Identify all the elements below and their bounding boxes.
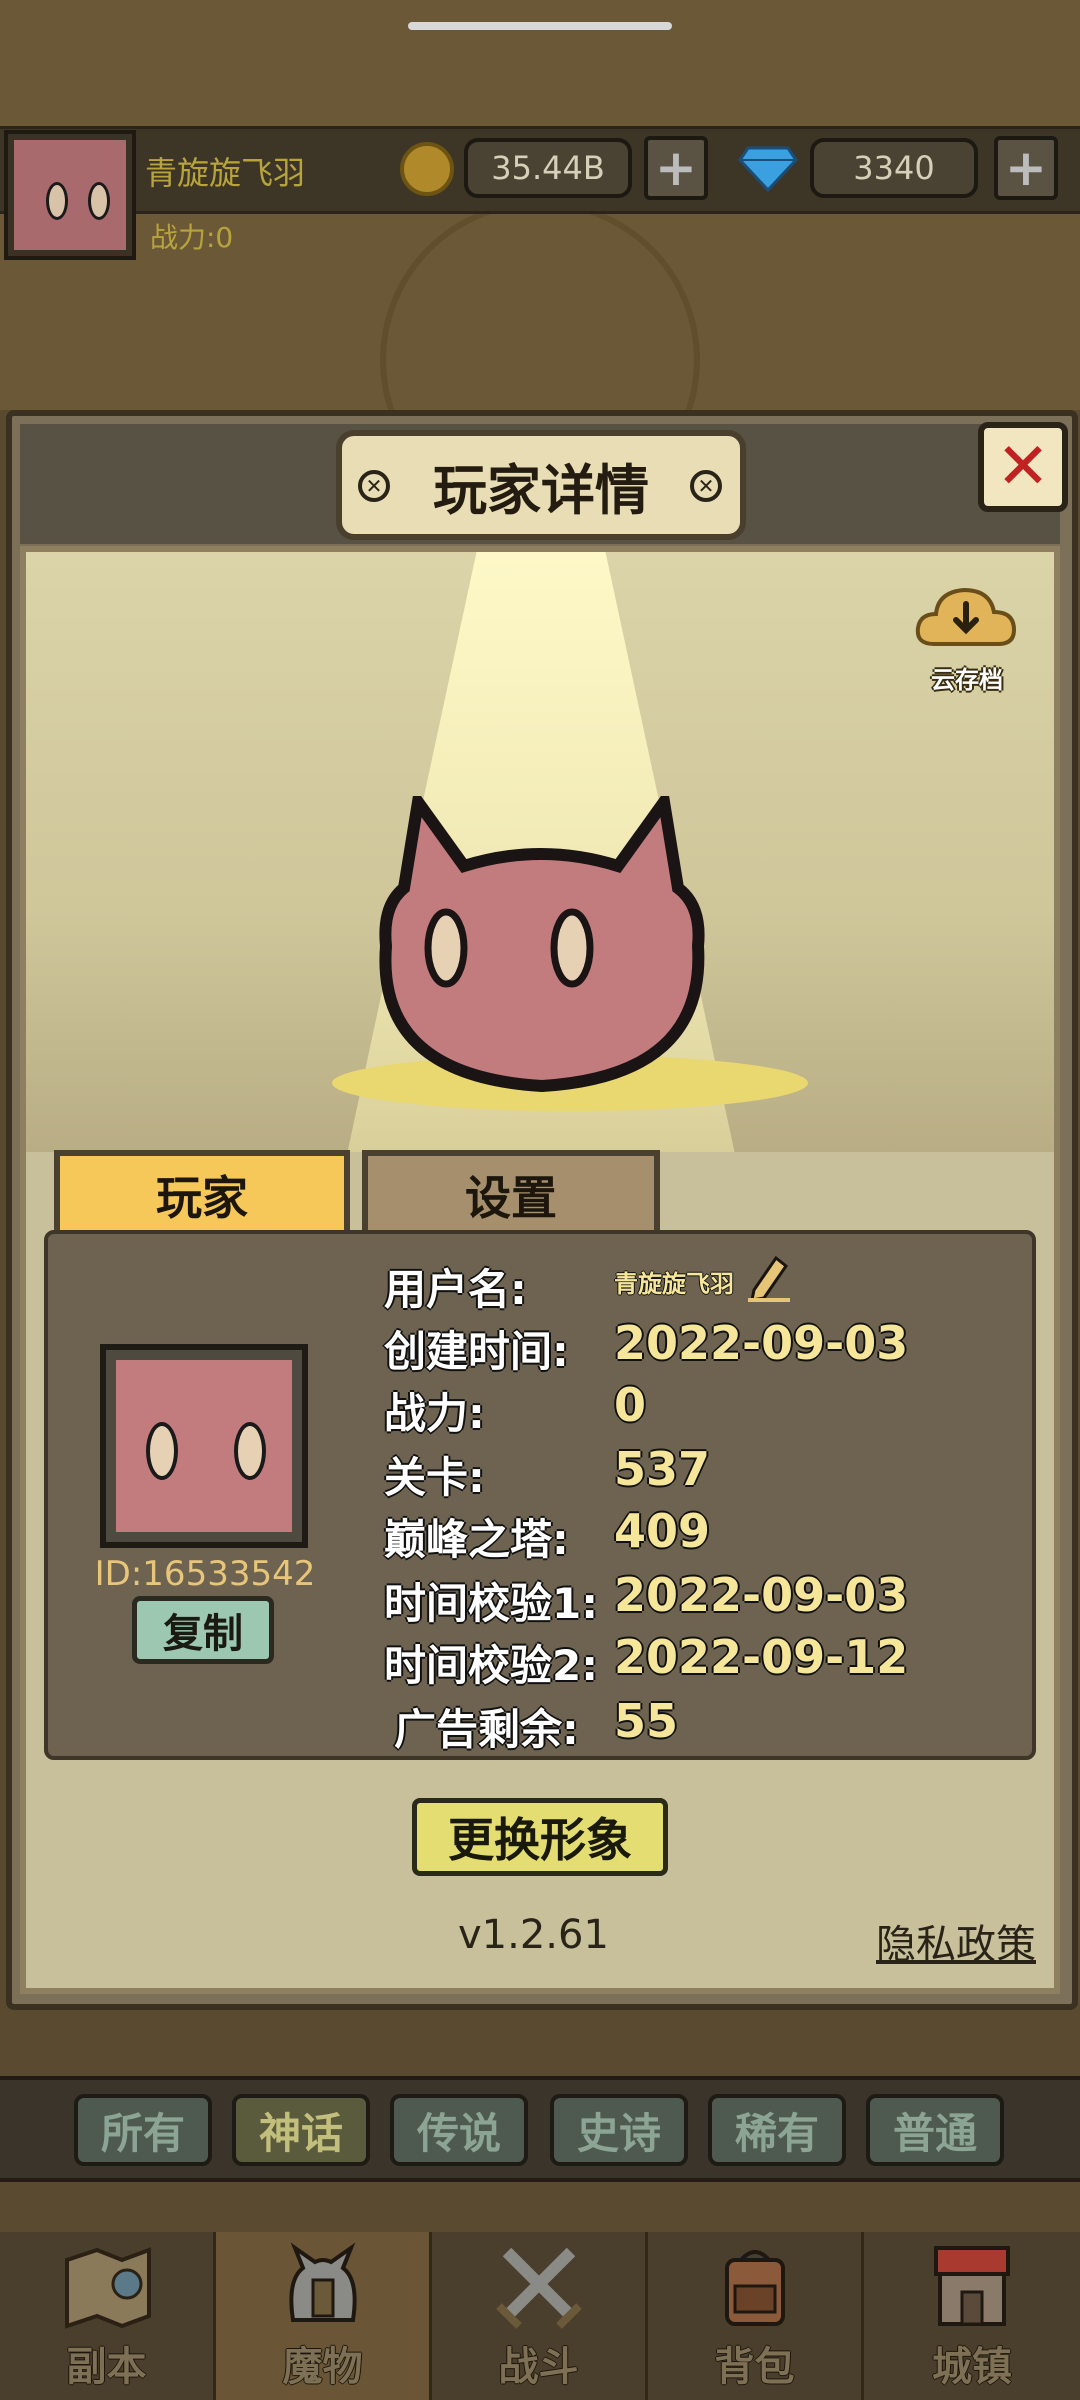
close-button[interactable]: ✕ [978, 422, 1068, 512]
map-icon [64, 2247, 151, 2329]
add-gem-button[interactable]: + [994, 136, 1058, 200]
filter-mythic[interactable]: 神话 [232, 2094, 370, 2166]
drag-handle[interactable] [408, 22, 672, 30]
field-value-time-check-2: 2022-09-12 [614, 1630, 909, 1684]
field-value-created: 2022-09-03 [614, 1316, 909, 1370]
player-name: 青旋旋飞羽 [145, 154, 306, 192]
privacy-policy-link[interactable]: 隐私政策 [876, 1912, 1036, 1970]
field-value-power: 0 [614, 1378, 647, 1432]
gem-amount: 3340 [810, 138, 978, 198]
copy-id-button[interactable]: 复制 [132, 1596, 274, 1664]
dialog-title: 玩家详情 [336, 430, 746, 540]
field-label-stage: 关卡: [384, 1453, 485, 1502]
field-label-time-check-2: 时间校验2: [384, 1641, 599, 1690]
filter-common[interactable]: 普通 [866, 2094, 1004, 2166]
field-label-username: 用户名: [384, 1265, 527, 1314]
filter-legendary[interactable]: 传说 [390, 2094, 528, 2166]
top-avatar[interactable] [4, 130, 136, 260]
player-id: ID:16533542 [94, 1554, 316, 1594]
nav-battle[interactable]: 战斗 [432, 2232, 648, 2400]
add-gold-button[interactable]: + [644, 136, 708, 200]
nav-label: 城镇 [932, 2344, 1012, 2390]
avatar-eye [46, 182, 68, 220]
field-label-created: 创建时间: [384, 1327, 569, 1376]
field-value-ads-remaining: 55 [614, 1694, 679, 1748]
nav-backpack[interactable]: 背包 [648, 2232, 864, 2400]
field-value-time-check-1: 2022-09-03 [614, 1568, 909, 1622]
nav-label: 战斗 [498, 2344, 579, 2390]
diamond-icon [738, 146, 798, 192]
nav-label: 副本 [66, 2344, 147, 2390]
avatar-eye [234, 1422, 266, 1480]
cloud-save-icon[interactable] [914, 582, 1018, 652]
crossed-swords-icon [495, 2247, 582, 2329]
field-label-peak-tower: 巅峰之塔: [384, 1515, 569, 1564]
player-avatar [100, 1344, 308, 1548]
field-label-ads-remaining: 广告剩余: [394, 1705, 579, 1754]
tab-player[interactable]: 玩家 [54, 1150, 350, 1234]
backpack-icon [724, 2250, 785, 2326]
power-label: 战力:0 [150, 221, 234, 254]
field-value-peak-tower: 409 [614, 1504, 711, 1558]
gold-amount: 35.44B [464, 138, 632, 198]
town-shop-icon [934, 2246, 1010, 2326]
nav-label: 背包 [714, 2344, 795, 2390]
filter-epic[interactable]: 史诗 [550, 2094, 688, 2166]
nav-dungeon[interactable]: 副本 [0, 2232, 216, 2400]
field-value-username: 青旋旋飞羽 [614, 1270, 734, 1298]
bolt-icon: ✕ [690, 470, 722, 502]
filter-all[interactable]: 所有 [74, 2094, 212, 2166]
tab-settings[interactable]: 设置 [362, 1150, 660, 1234]
field-value-stage: 537 [614, 1442, 711, 1496]
field-label-time-check-1: 时间校验1: [384, 1579, 599, 1628]
monster-helmet-icon [288, 2242, 357, 2322]
gold-coin-icon [400, 142, 454, 196]
change-avatar-button[interactable]: 更换形象 [412, 1798, 668, 1876]
avatar-eye [88, 182, 110, 220]
field-label-power: 战力: [384, 1389, 485, 1438]
nav-town[interactable]: 城镇 [864, 2232, 1080, 2400]
version-label: v1.2.61 [458, 1912, 609, 1958]
edit-name-icon[interactable] [746, 1252, 792, 1302]
monster-avatar [379, 796, 705, 1093]
filter-rare[interactable]: 稀有 [708, 2094, 846, 2166]
cloud-save-label: 云存档 [931, 666, 1003, 694]
nav-label: 魔物 [282, 2344, 363, 2390]
nav-monsters[interactable]: 魔物 [216, 2232, 432, 2400]
bolt-icon: ✕ [358, 470, 390, 502]
avatar-eye [146, 1422, 178, 1480]
